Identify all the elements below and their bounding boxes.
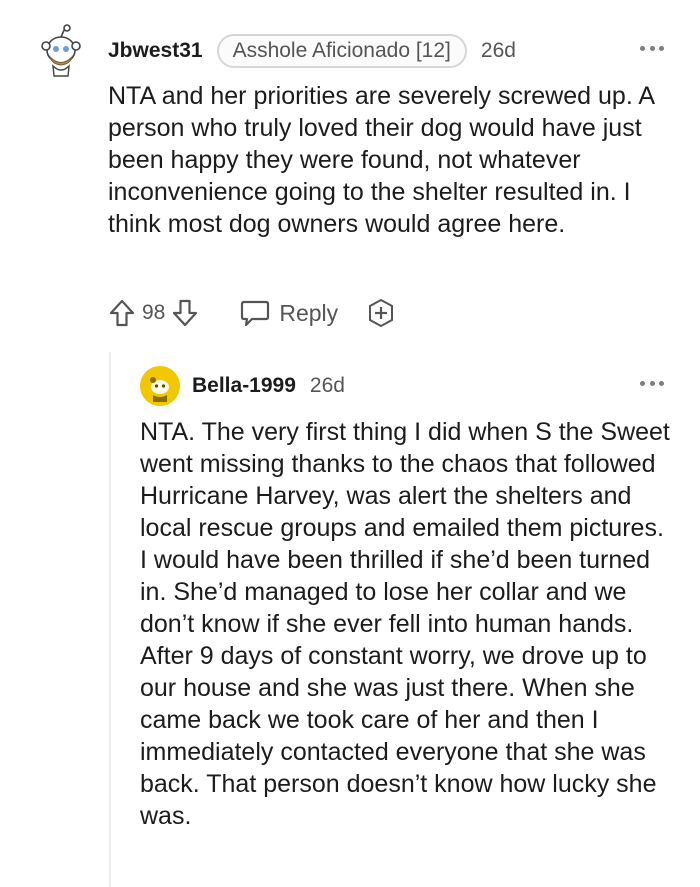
thread-line[interactable] xyxy=(109,352,111,887)
vote-score: 98 xyxy=(142,301,166,324)
more-options-icon[interactable] xyxy=(640,44,664,52)
reply-header: Bella-1999 26d xyxy=(192,370,345,402)
downvote-icon[interactable] xyxy=(171,298,199,328)
comment-age: 26d xyxy=(480,39,516,62)
comment-actions: 98 Reply xyxy=(108,296,396,330)
reply-label: Reply xyxy=(279,299,339,326)
comment-body: NTA and her priorities are severely scre… xyxy=(108,82,654,238)
comment-username[interactable]: Jbwest31 xyxy=(108,39,203,63)
reply-button[interactable]: Reply xyxy=(239,298,338,328)
reply-body: NTA. The very first thing I did when S t… xyxy=(140,418,670,830)
snoo-avatar-icon[interactable] xyxy=(36,24,86,80)
award-plus-icon[interactable] xyxy=(366,298,396,328)
reply-bubble-icon xyxy=(241,300,270,327)
snoo-avatar-yellow-icon[interactable] xyxy=(140,366,180,406)
comment-header: Jbwest31 Asshole Aficionado [12] 26d xyxy=(108,34,516,68)
reply-age: 26d xyxy=(309,374,345,397)
upvote-icon[interactable] xyxy=(108,298,136,328)
reply-username[interactable]: Bella-1999 xyxy=(192,374,296,398)
user-flair-badge: Asshole Aficionado [12] xyxy=(216,34,467,68)
more-options-icon[interactable] xyxy=(640,379,664,387)
